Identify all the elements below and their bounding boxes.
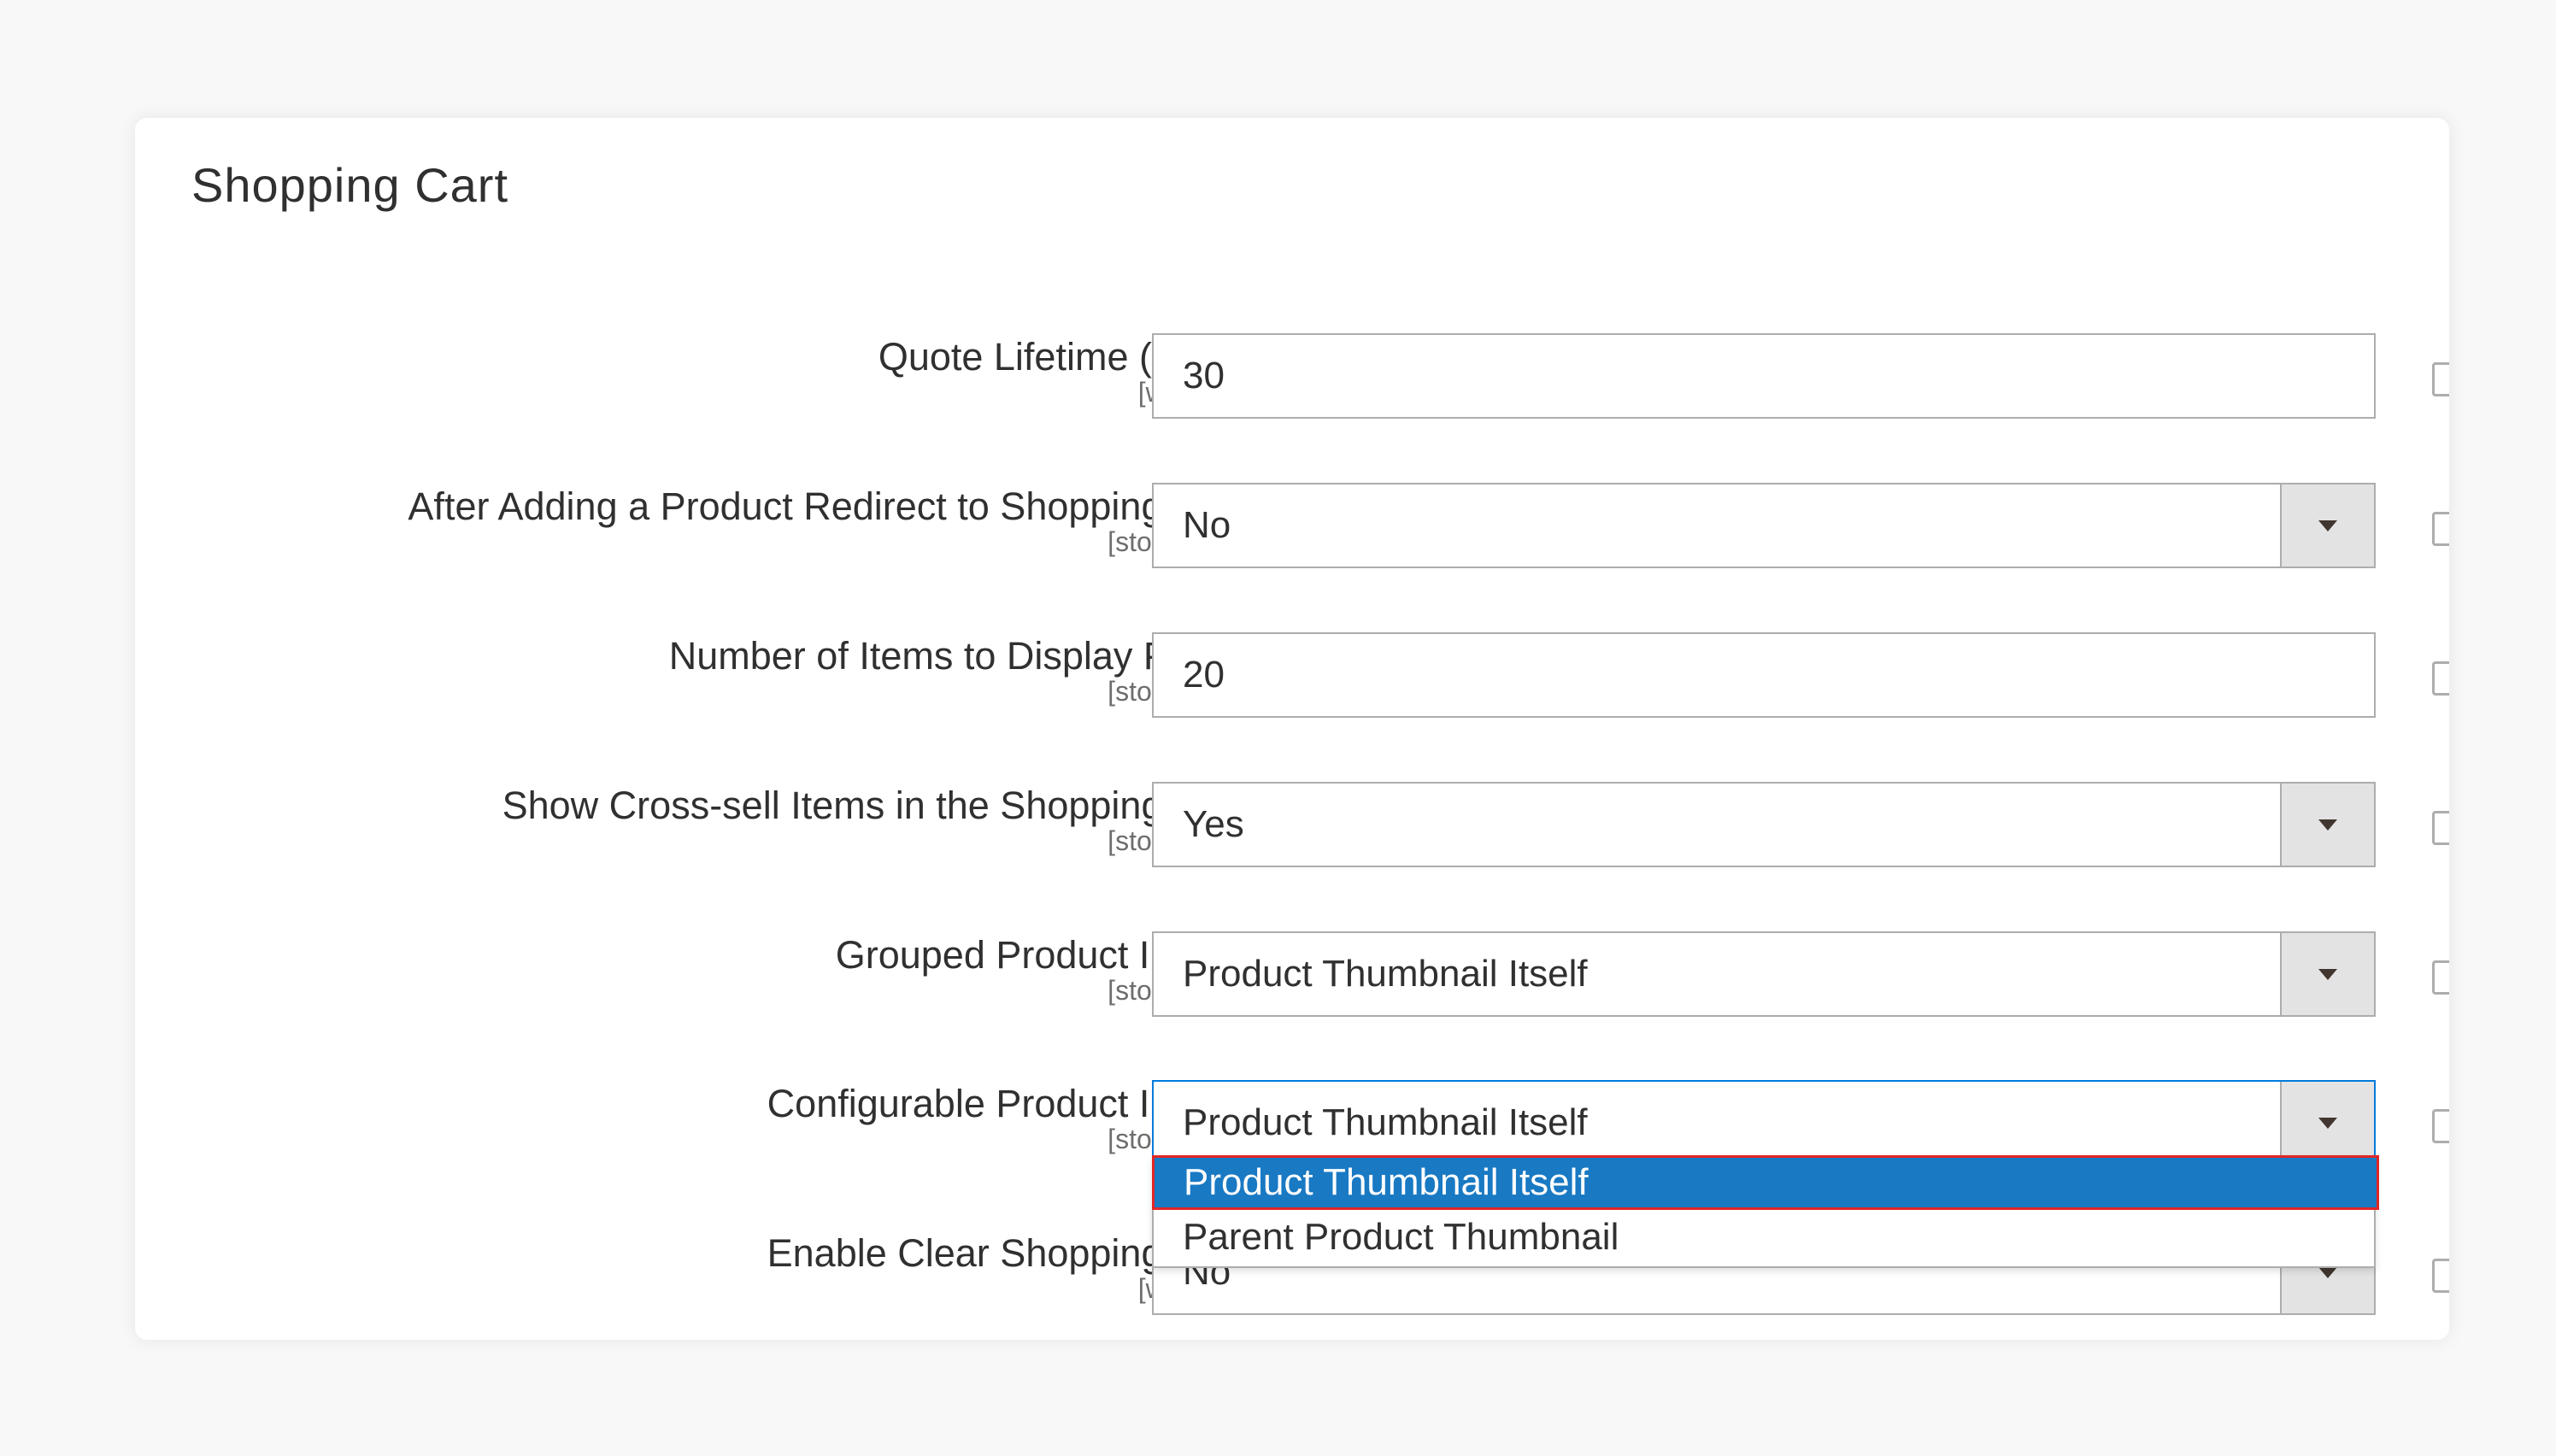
use-system-value-checkbox[interactable] (2432, 1109, 2449, 1143)
field-row-items-pager: Number of Items to Display Pager [store … (135, 632, 2449, 726)
shopping-cart-panel: Shopping Cart Quote Lifetime (days) [web… (135, 118, 2449, 1340)
use-system-value-checkbox[interactable] (2432, 811, 2449, 845)
select-toggle-button[interactable] (2280, 784, 2374, 866)
use-system-value-checkbox[interactable] (2432, 960, 2449, 995)
field-label-block: Show Cross-sell Items in the Shopping Ca… (502, 782, 1246, 855)
field-row-grouped-product-image: Grouped Product Image [store view] Produ… (135, 931, 2449, 1025)
field-label: Show Cross-sell Items in the Shopping Ca… (502, 784, 1246, 827)
caret-down-icon (2318, 819, 2337, 831)
panel-title: Shopping Cart (191, 158, 509, 212)
field-row-quote-lifetime: Quote Lifetime (days) [website] 30 (135, 333, 2449, 427)
select-toggle-button[interactable] (2280, 933, 2374, 1015)
redirect-to-cart-select[interactable]: No (1152, 483, 2376, 568)
use-system-value-checkbox[interactable] (2432, 661, 2449, 696)
field-scope: [store view] (1108, 526, 1246, 557)
field-label-block: After Adding a Product Redirect to Shopp… (408, 483, 1246, 556)
field-value: Product Thumbnail Itself (1183, 1101, 1588, 1143)
use-system-value-checkbox[interactable] (2432, 362, 2449, 396)
caret-down-icon (2318, 520, 2337, 531)
caret-down-icon (2318, 1267, 2337, 1278)
use-system-value-checkbox[interactable] (2432, 512, 2449, 546)
use-system-value-checkbox[interactable] (2432, 1259, 2449, 1293)
caret-down-icon (2318, 969, 2337, 980)
items-pager-input[interactable]: 20 (1152, 632, 2376, 718)
field-value: Yes (1183, 803, 1244, 845)
select-toggle-button[interactable] (2280, 484, 2374, 567)
field-value: Product Thumbnail Itself (1183, 953, 1588, 995)
field-scope: [store view] (1108, 825, 1246, 856)
grouped-product-image-select[interactable]: Product Thumbnail Itself (1152, 931, 2376, 1017)
field-label: After Adding a Product Redirect to Shopp… (408, 484, 1246, 528)
field-row-redirect-to-cart: After Adding a Product Redirect to Shopp… (135, 483, 2449, 577)
cross-sell-select[interactable]: Yes (1152, 782, 2376, 867)
select-toggle-button[interactable] (2280, 1082, 2374, 1164)
field-row-cross-sell: Show Cross-sell Items in the Shopping Ca… (135, 782, 2449, 876)
configurable-product-image-options: Product Thumbnail Itself Parent Product … (1152, 1155, 2379, 1268)
quote-lifetime-input[interactable]: 30 (1152, 333, 2376, 419)
field-value: 20 (1183, 654, 1225, 696)
field-value: No (1183, 504, 1231, 546)
dropdown-option-selected[interactable]: Product Thumbnail Itself (1152, 1155, 2379, 1210)
field-value: 30 (1183, 355, 1225, 396)
configurable-product-image-select[interactable]: Product Thumbnail Itself (1152, 1080, 2376, 1165)
dropdown-option[interactable]: Parent Product Thumbnail (1154, 1210, 2377, 1265)
caret-down-icon (2318, 1118, 2337, 1129)
